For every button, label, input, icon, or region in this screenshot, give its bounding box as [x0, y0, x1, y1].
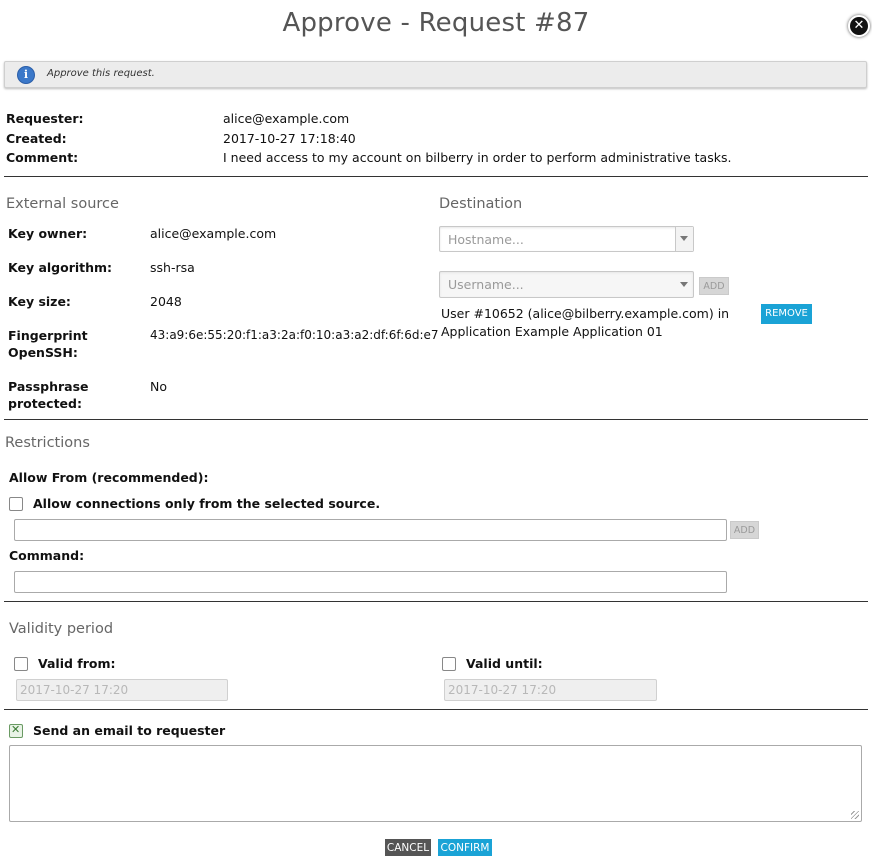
created-value: 2017-10-27 17:18:40: [223, 131, 356, 144]
valid-from-checkbox[interactable]: [14, 657, 28, 671]
external-source-heading: External source: [6, 196, 119, 212]
resize-grip-icon[interactable]: [851, 811, 859, 819]
allow-from-label: Allow From (recommended):: [9, 470, 209, 485]
cancel-button[interactable]: CANCEL: [385, 839, 431, 856]
passphrase-label-line2: protected:: [8, 396, 82, 411]
hostname-placeholder: Hostname...: [448, 232, 524, 247]
allow-from-input[interactable]: [14, 519, 727, 541]
requester-value: alice@example.com: [223, 111, 350, 126]
comment-value: I need access to my account on bilberry …: [223, 150, 732, 165]
confirm-button[interactable]: CONFIRM: [438, 839, 492, 856]
key-size-label: Key size:: [8, 294, 71, 309]
valid-from-label: Valid from:: [38, 656, 116, 671]
chevron-down-icon: [680, 282, 688, 287]
valid-until-label: Valid until:: [466, 656, 543, 671]
destination-heading: Destination: [439, 196, 523, 212]
passphrase-label-line1: Passphrase: [8, 379, 89, 394]
passphrase-value: No: [150, 379, 167, 394]
info-banner: i Approve this request.: [4, 61, 867, 88]
valid-until-input[interactable]: 2017-10-27 17:20: [444, 679, 657, 701]
key-algorithm-label: Key algorithm:: [8, 260, 113, 275]
key-size-value: 2048: [150, 294, 182, 309]
username-placeholder: Username...: [448, 277, 524, 292]
remove-destination-button[interactable]: REMOVE: [761, 304, 812, 324]
comment-label: Comment:: [6, 150, 79, 165]
close-icon[interactable]: ✕: [848, 15, 870, 37]
key-owner-label: Key owner:: [8, 226, 88, 241]
divider: [4, 709, 868, 710]
command-input[interactable]: [14, 571, 727, 593]
created-label: Created:: [6, 131, 67, 144]
divider: [4, 419, 868, 420]
fingerprint-label-line1: Fingerprint: [8, 328, 88, 343]
divider: [4, 601, 868, 602]
requester-label: Requester:: [6, 111, 84, 126]
allow-source-label: Allow connections only from the selected…: [33, 496, 381, 511]
hostname-select[interactable]: Hostname...: [439, 226, 694, 252]
send-email-label: Send an email to requester: [33, 723, 226, 738]
destination-entry-line2: Application Example Application 01: [441, 324, 663, 339]
dialog-title: Approve - Request #87: [282, 8, 590, 38]
key-owner-value: alice@example.com: [150, 226, 277, 241]
info-icon: i: [17, 66, 35, 84]
fingerprint-value: 43:a9:6e:55:20:f1:a3:2a:f0:10:a3:a2:df:6…: [150, 328, 439, 342]
valid-from-value: 2017-10-27 17:20: [20, 683, 129, 697]
command-label: Command:: [9, 548, 85, 563]
username-select[interactable]: Username...: [439, 271, 694, 298]
key-algorithm-value: ssh-rsa: [150, 260, 195, 275]
validity-heading: Validity period: [9, 621, 114, 637]
add-destination-button[interactable]: ADD: [699, 277, 729, 295]
chevron-down-icon: [680, 236, 688, 241]
restrictions-heading: Restrictions: [5, 435, 90, 451]
valid-until-value: 2017-10-27 17:20: [448, 683, 557, 697]
info-text: Approve this request.: [47, 68, 155, 79]
fingerprint-label-line2: OpenSSH:: [8, 345, 78, 360]
allow-source-checkbox[interactable]: [9, 497, 23, 511]
valid-until-checkbox[interactable]: [442, 657, 456, 671]
send-email-checkbox[interactable]: [9, 723, 23, 738]
destination-entry-line1: User #10652 (alice@bilberry.example.com)…: [441, 306, 730, 321]
add-allow-from-button[interactable]: ADD: [730, 521, 759, 539]
valid-from-input[interactable]: 2017-10-27 17:20: [16, 679, 228, 701]
email-textarea[interactable]: [9, 745, 862, 822]
divider: [4, 176, 868, 177]
